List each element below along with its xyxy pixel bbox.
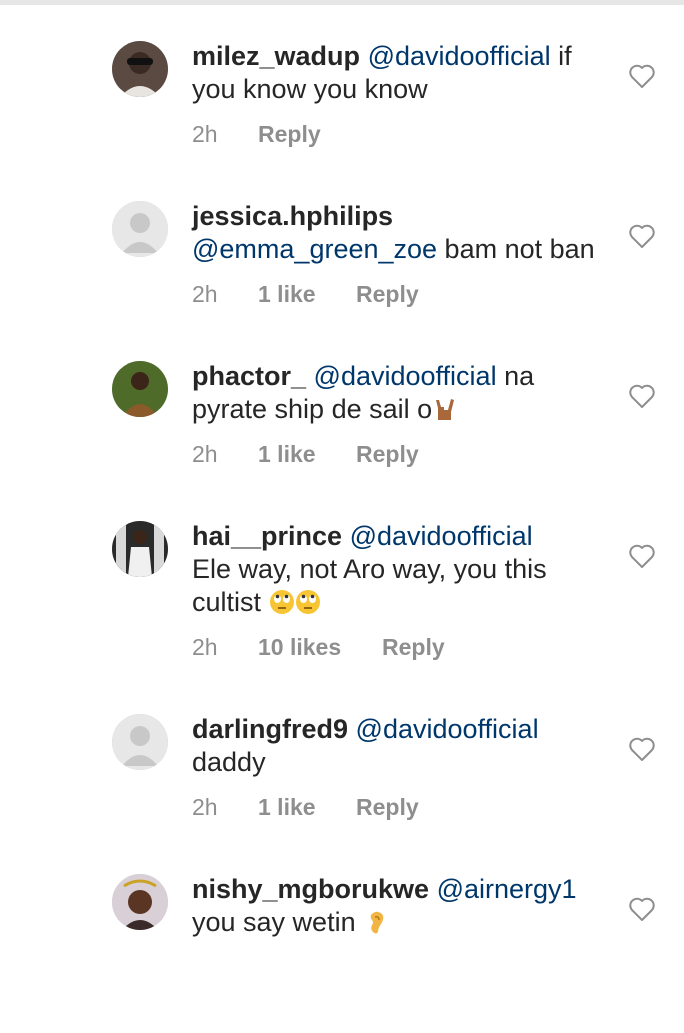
comment-text: you say wetin [192,907,364,937]
comment-text: daddy [192,747,266,777]
comment-body: phactor_ @davidoofficial na pyrate ship … [192,360,612,426]
comment-mention[interactable]: @davidoofficial [368,41,551,71]
comment-body: hai__prince @davidoofficial Ele way, not… [192,520,612,619]
heart-outline-icon[interactable] [628,383,656,409]
default-avatar-icon[interactable] [112,714,168,770]
comment-item: hai__prince @davidoofficial Ele way, not… [0,520,684,680]
comment-text: Ele way, not Aro way, you this cultist [192,554,547,617]
ear-emoji [363,909,389,935]
like-count[interactable]: 1 like [258,281,316,308]
reply-button[interactable]: Reply [356,281,419,308]
like-count[interactable]: 1 like [258,441,316,468]
sign-of-horns-emoji [432,396,458,422]
comment-item: milez_wadup @davidoofficial if you know … [0,40,684,200]
face-with-rolling-eyes-emoji [269,589,295,615]
top-divider [0,0,684,5]
reply-button[interactable]: Reply [258,121,321,148]
comment-username[interactable]: nishy_mgborukwe [192,874,429,904]
avatar[interactable] [112,41,168,97]
comment-mention[interactable]: @emma_green_zoe [192,234,437,264]
comment-body: jessica.hphilips @emma_green_zoe bam not… [192,200,612,266]
comment-mention[interactable]: @airnergy1 [437,874,577,904]
comment-time: 2h [192,121,218,147]
reply-button[interactable]: Reply [356,794,419,821]
comment-username[interactable]: jessica.hphilips [192,201,393,231]
comment-body: nishy_mgborukwe @airnergy1 you say wetin [192,873,612,939]
heart-outline-icon[interactable] [628,543,656,569]
default-avatar-icon[interactable] [112,201,168,257]
heart-outline-icon[interactable] [628,63,656,89]
comment-body: darlingfred9 @davidoofficial daddy [192,713,612,779]
comment-username[interactable]: phactor_ [192,361,306,391]
comment-time: 2h [192,634,218,660]
comment-item: phactor_ @davidoofficial na pyrate ship … [0,360,684,520]
avatar[interactable] [112,521,168,577]
comment-item: jessica.hphilips @emma_green_zoe bam not… [0,200,684,360]
heart-outline-icon[interactable] [628,223,656,249]
avatar[interactable] [112,361,168,417]
face-with-rolling-eyes-emoji [295,589,321,615]
comment-time: 2h [192,441,218,467]
comment-mention[interactable]: @davidoofficial [356,714,539,744]
comment-item: nishy_mgborukwe @airnergy1 you say wetin [0,873,684,1033]
reply-button[interactable]: Reply [356,441,419,468]
comment-mention[interactable]: @davidoofficial [350,521,533,551]
comment-text: bam not ban [437,234,595,264]
heart-outline-icon[interactable] [628,736,656,762]
like-count[interactable]: 1 like [258,794,316,821]
comment-username[interactable]: hai__prince [192,521,342,551]
comment-username[interactable]: darlingfred9 [192,714,348,744]
comment-time: 2h [192,281,218,307]
reply-button[interactable]: Reply [382,634,445,661]
like-count[interactable]: 10 likes [258,634,341,661]
comment-body: milez_wadup @davidoofficial if you know … [192,40,612,106]
comment-mention[interactable]: @davidoofficial [314,361,497,391]
avatar[interactable] [112,874,168,930]
comment-username[interactable]: milez_wadup [192,41,360,71]
heart-outline-icon[interactable] [628,896,656,922]
comment-time: 2h [192,794,218,820]
comment-item: darlingfred9 @davidoofficial daddy 2h 1 … [0,713,684,873]
